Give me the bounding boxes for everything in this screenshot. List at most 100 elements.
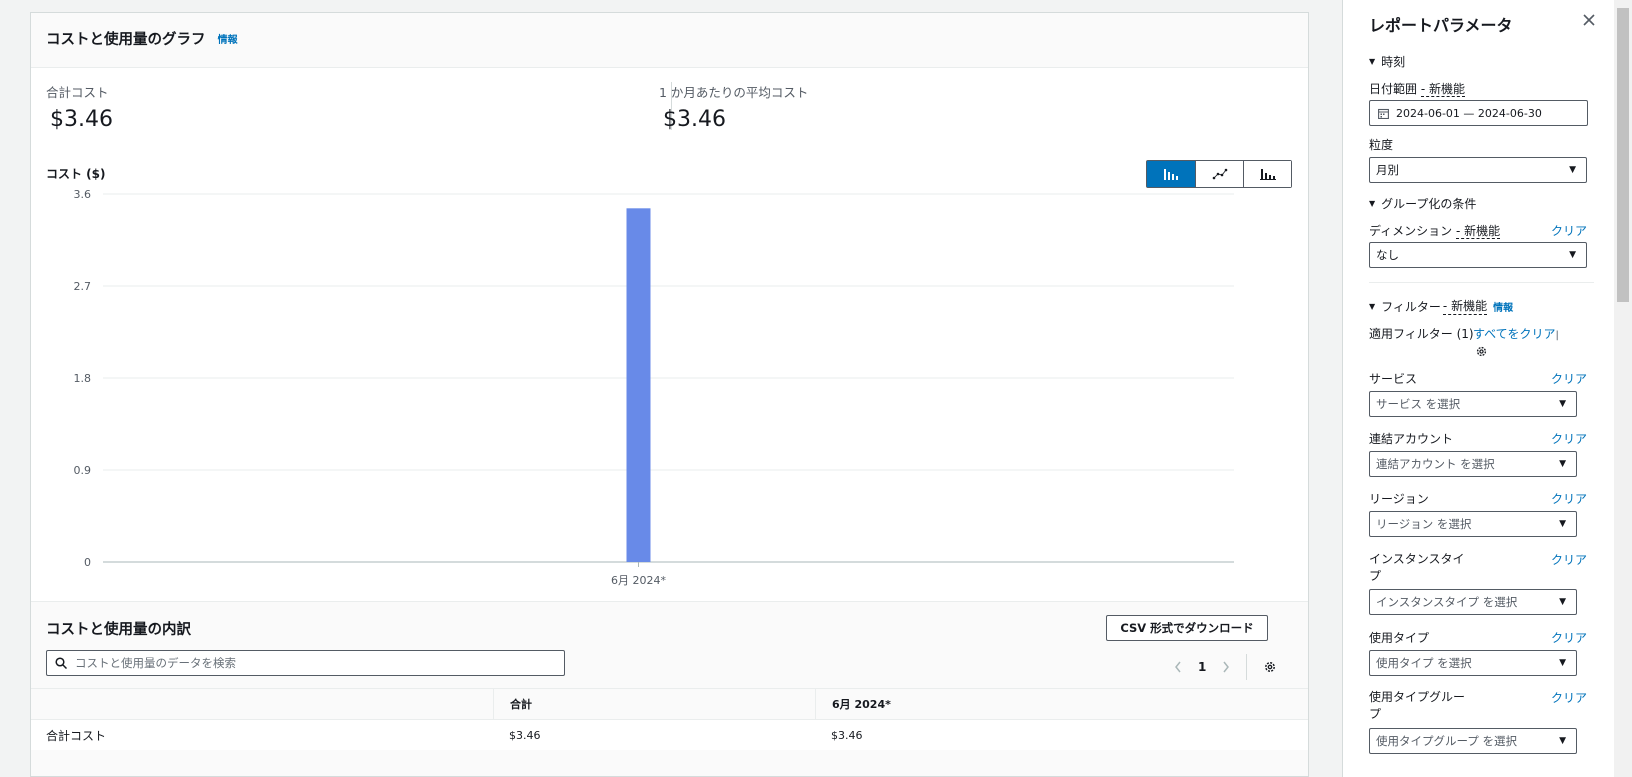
- usage-type-group-label-line1: 使用タイプグルー: [1369, 690, 1466, 704]
- usage-type-group-select[interactable]: 使用タイプグループ を選択 ▼: [1369, 728, 1577, 754]
- granularity-label: 粒度: [1369, 138, 1394, 152]
- table-cell: $3.46: [509, 728, 541, 742]
- total-cost-summary: 合計コスト $3.46: [46, 82, 113, 132]
- instance-type-label-line2: プ: [1369, 569, 1382, 583]
- total-cost-value: $3.46: [50, 107, 113, 132]
- linked-account-filter-label: 連結アカウント: [1369, 432, 1454, 446]
- granularity-select[interactable]: 月別 ▼: [1369, 157, 1587, 183]
- cost-breakdown-section: コストと使用量の内訳 CSV 形式でダウンロード 1 合計 6月 2024* 合…: [31, 601, 1308, 776]
- linked-account-placeholder: 連結アカウント を選択: [1376, 457, 1495, 471]
- region-clear-link[interactable]: クリア: [1551, 490, 1587, 507]
- x-tick-label: 6月 2024*: [611, 574, 666, 587]
- pagination: 1: [1174, 654, 1277, 680]
- dropdown-caret-icon: ▼: [1559, 459, 1566, 469]
- dimension-value: なし: [1376, 248, 1399, 262]
- usage-type-clear-link[interactable]: クリア: [1551, 629, 1587, 646]
- region-filter-label: リージョン: [1369, 492, 1429, 506]
- current-page[interactable]: 1: [1198, 660, 1206, 674]
- filter-section-toggle[interactable]: ▼ フィルター - 新機能 情報: [1369, 297, 1513, 315]
- dropdown-caret-icon: ▼: [1559, 519, 1566, 529]
- chevron-left-icon[interactable]: [1174, 661, 1182, 673]
- linked-account-clear-link[interactable]: クリア: [1551, 430, 1587, 447]
- date-range-label: 日付範囲 - 新機能: [1369, 80, 1465, 97]
- search-input[interactable]: [75, 656, 555, 670]
- dropdown-caret-icon: ▼: [1559, 399, 1566, 409]
- clear-all-filters-link[interactable]: すべてをクリア|: [1473, 325, 1559, 342]
- chevron-right-icon[interactable]: [1222, 661, 1230, 673]
- pager-divider: [1246, 654, 1248, 680]
- usage-type-group-placeholder: 使用タイプグループ を選択: [1376, 734, 1517, 748]
- panel-title: レポートパラメータ: [1369, 16, 1513, 35]
- new-feature-badge[interactable]: - 新機能: [1456, 224, 1501, 239]
- calendar-icon: [1378, 108, 1389, 119]
- service-filter-label: サービス: [1369, 372, 1418, 386]
- usage-type-group-clear-link[interactable]: クリア: [1551, 689, 1587, 706]
- instance-type-select[interactable]: インスタンスタイプ を選択 ▼: [1369, 589, 1577, 615]
- breakdown-title: コストと使用量の内訳: [46, 622, 191, 638]
- filter-section-label: フィルター: [1381, 299, 1441, 314]
- y-tick-label: 1.8: [74, 372, 92, 385]
- dropdown-caret-icon: ▼: [1569, 250, 1576, 260]
- usage-type-group-label-line2: プ: [1369, 707, 1382, 721]
- linked-account-select[interactable]: 連結アカウント を選択 ▼: [1369, 451, 1577, 477]
- table-row: 合計コスト $3.46 $3.46: [31, 719, 1308, 750]
- date-range-value: 2024-06-01 — 2024-06-30: [1396, 106, 1542, 120]
- caret-down-icon: ▼: [1369, 301, 1376, 311]
- instance-type-clear-link[interactable]: クリア: [1551, 551, 1587, 568]
- usage-type-select[interactable]: 使用タイプ を選択 ▼: [1369, 650, 1577, 676]
- service-select[interactable]: サービス を選択 ▼: [1369, 391, 1577, 417]
- report-parameters-panel: レポートパラメータ ▼ 時刻 日付範囲 - 新機能 2024-06-01 — 2…: [1342, 0, 1614, 777]
- y-tick-label: 0.9: [74, 464, 92, 477]
- dropdown-caret-icon: ▼: [1559, 736, 1566, 746]
- search-icon: [55, 657, 67, 669]
- dimension-select[interactable]: なし ▼: [1369, 242, 1587, 268]
- breakdown-search[interactable]: [46, 650, 565, 676]
- region-select[interactable]: リージョン を選択 ▼: [1369, 511, 1577, 537]
- y-tick-label: 3.6: [74, 188, 92, 201]
- date-range-picker[interactable]: 2024-06-01 — 2024-06-30: [1369, 100, 1588, 126]
- new-feature-badge[interactable]: - 新機能: [1420, 82, 1465, 97]
- time-section-toggle[interactable]: ▼ 時刻: [1369, 53, 1405, 70]
- instance-type-label-line1: インスタンスタイ: [1369, 552, 1465, 566]
- region-placeholder: リージョン を選択: [1376, 517, 1472, 531]
- close-icon[interactable]: [1583, 14, 1595, 26]
- usage-type-filter-label: 使用タイプ: [1369, 631, 1430, 645]
- graph-header: コストと使用量のグラフ 情報: [31, 13, 1308, 68]
- group-section-toggle[interactable]: ▼ グループ化の条件: [1369, 195, 1476, 212]
- caret-down-icon: ▼: [1369, 199, 1376, 208]
- graph-title: コストと使用量のグラフ: [46, 32, 206, 48]
- download-csv-button[interactable]: CSV 形式でダウンロード: [1106, 615, 1268, 641]
- service-clear-link[interactable]: クリア: [1551, 370, 1587, 387]
- settings-gear-icon[interactable]: [1263, 660, 1277, 674]
- cost-summary: 合計コスト $3.46 1 か月あたりの平均コスト $3.46: [31, 68, 1308, 160]
- y-tick-label: 2.7: [74, 280, 92, 293]
- instance-type-placeholder: インスタンスタイプ を選択: [1376, 595, 1518, 609]
- avg-cost-label: 1 か月あたりの平均コスト: [659, 85, 809, 100]
- table-header-cell[interactable]: 6月 2024*: [815, 689, 1308, 719]
- table-cell: 合計コスト: [46, 728, 107, 743]
- bar: [626, 208, 651, 563]
- granularity-value: 月別: [1376, 163, 1399, 177]
- avg-cost-value: $3.46: [663, 107, 726, 132]
- table-header-cell[interactable]: 合計: [493, 689, 815, 719]
- scrollbar-thumb[interactable]: [1617, 8, 1629, 302]
- y-tick-label: 0: [84, 556, 91, 569]
- service-placeholder: サービス を選択: [1376, 397, 1461, 411]
- group-section-label: グループ化の条件: [1381, 197, 1477, 211]
- dimension-clear-link[interactable]: クリア: [1551, 222, 1587, 239]
- breakdown-table: 合計 6月 2024* 合計コスト $3.46 $3.46: [31, 688, 1308, 750]
- section-divider: [1369, 282, 1594, 283]
- dropdown-caret-icon: ▼: [1559, 597, 1566, 607]
- dimension-text: ディメンション: [1369, 224, 1453, 238]
- usage-type-placeholder: 使用タイプ を選択: [1376, 656, 1472, 670]
- total-cost-label: 合計コスト: [46, 85, 109, 100]
- page-scrollbar[interactable]: [1614, 0, 1632, 777]
- filter-info-link[interactable]: 情報: [1493, 299, 1513, 314]
- applied-filters-label: 適用フィルター (1): [1369, 327, 1474, 341]
- new-feature-badge[interactable]: - 新機能: [1442, 297, 1488, 315]
- chart-area: コスト ($) 0 0.9 1.8 2.7 3.6 6月 2024*: [31, 160, 1308, 630]
- graph-info-link[interactable]: 情報: [218, 35, 238, 46]
- avg-cost-summary: 1 か月あたりの平均コスト $3.46: [659, 82, 808, 132]
- filter-settings-gear-icon[interactable]: [1475, 345, 1488, 358]
- cost-bar-chart: 0 0.9 1.8 2.7 3.6 6月 2024*: [74, 188, 1234, 587]
